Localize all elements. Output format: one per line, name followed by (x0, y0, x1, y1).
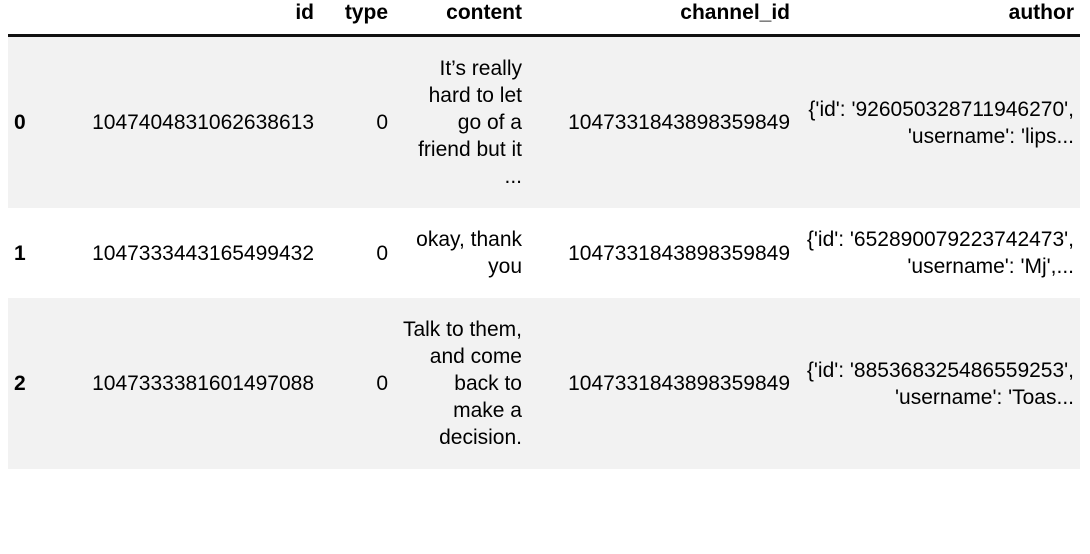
dataframe-table: id type content channel_id author 0 1047… (8, 0, 1080, 469)
cell-channel-id: 1047331843898359849 (528, 208, 796, 298)
cell-id-text: 1047333381601497088 (92, 372, 314, 395)
cell-type-text: 0 (376, 241, 388, 265)
row-index-label: 2 (8, 298, 58, 469)
cell-content-text: okay, thank you (416, 228, 522, 278)
column-header-channel-id: channel_id (528, 0, 796, 37)
cell-type-text: 0 (376, 111, 388, 134)
cell-type: 0 (320, 298, 394, 469)
header-row: id type content channel_id author (8, 0, 1080, 37)
cell-type: 0 (320, 36, 394, 209)
cell-content: Talk to them, and come back to make a de… (394, 298, 528, 469)
row-index-text: 1 (14, 241, 26, 265)
cell-id: 1047333381601497088 (58, 298, 320, 469)
table-row: 1 1047333443165499432 0 okay, thank you … (8, 208, 1080, 298)
row-index-label: 1 (8, 208, 58, 298)
cell-channel-id: 1047331843898359849 (528, 298, 796, 469)
column-header-index (8, 0, 58, 37)
cell-type: 0 (320, 208, 394, 298)
dataframe-container: id type content channel_id author 0 1047… (0, 0, 1090, 554)
column-header-author: author (796, 0, 1080, 37)
cell-author: {'id': '885368325486559253', 'username':… (796, 298, 1080, 469)
cell-channel-id-text: 1047331843898359849 (568, 241, 790, 265)
table-header: id type content channel_id author (8, 0, 1080, 37)
cell-channel-id-text: 1047331843898359849 (568, 372, 790, 395)
table-row: 0 1047404831062638613 0 It’s really hard… (8, 35, 1080, 209)
cell-type-text: 0 (376, 372, 388, 395)
cell-author-text: {'id': '885368325486559253', 'username':… (806, 358, 1074, 409)
row-index-text: 0 (14, 111, 26, 134)
column-header-type: type (320, 0, 394, 37)
cell-content: okay, thank you (394, 208, 528, 298)
cell-channel-id: 1047331843898359849 (528, 36, 796, 209)
cell-id-text: 1047404831062638613 (92, 111, 314, 134)
cell-author-text: {'id': '926050328711946270', 'username':… (808, 97, 1074, 148)
cell-id: 1047404831062638613 (58, 36, 320, 209)
table-row: 2 1047333381601497088 0 Talk to them, an… (8, 298, 1080, 469)
cell-author: {'id': '926050328711946270', 'username':… (796, 36, 1080, 209)
column-header-content: content (394, 0, 528, 37)
row-index-label: 0 (8, 36, 58, 209)
cell-channel-id-text: 1047331843898359849 (568, 111, 790, 134)
row-index-text: 2 (14, 372, 26, 395)
cell-id: 1047333443165499432 (58, 208, 320, 298)
cell-id-text: 1047333443165499432 (92, 241, 314, 265)
cell-content-text: It’s really hard to let go of a friend b… (418, 57, 522, 188)
cell-author: {'id': '652890079223742473', 'username':… (796, 208, 1080, 298)
cell-author-text: {'id': '652890079223742473', 'username':… (806, 228, 1074, 278)
cell-content-text: Talk to them, and come back to make a de… (402, 318, 522, 449)
cell-content: It’s really hard to let go of a friend b… (394, 36, 528, 209)
column-header-id: id (58, 0, 320, 37)
table-body: 0 1047404831062638613 0 It’s really hard… (8, 35, 1080, 469)
